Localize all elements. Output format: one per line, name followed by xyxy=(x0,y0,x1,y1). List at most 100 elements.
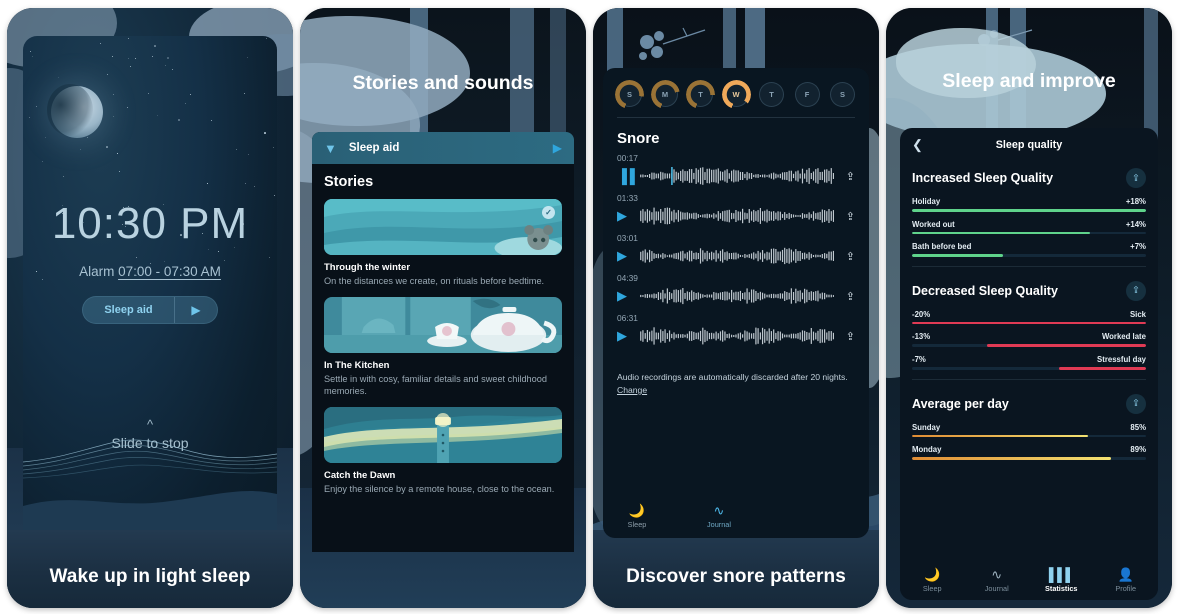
recording-item[interactable]: 06:31 ▶ ⇪ xyxy=(617,313,855,346)
list-item[interactable]: Catch the Dawn Enjoy the silence by a re… xyxy=(324,407,562,496)
progress-ring xyxy=(686,80,715,109)
bottom-nav[interactable]: 🌙 Sleep ∿ Journal xyxy=(603,494,869,538)
star xyxy=(152,56,153,57)
stat-row-labels: Holiday +18% xyxy=(912,197,1146,206)
star xyxy=(128,58,130,60)
panel-title: Sleep and improve xyxy=(942,70,1116,92)
nav-item-statistics[interactable]: ▌▌▌ Statistics xyxy=(1029,567,1094,593)
weekday-s[interactable]: S xyxy=(830,82,855,107)
weekday-f[interactable]: F xyxy=(794,82,820,107)
sleep-aid-control[interactable]: Sleep aid ▶ xyxy=(82,296,218,324)
play-icon[interactable]: ▶ xyxy=(553,141,562,155)
panel-caption: Discover snore patterns xyxy=(626,566,846,587)
star xyxy=(32,56,33,57)
stat-value: -7% xyxy=(912,354,926,364)
share-icon[interactable]: ⇪ xyxy=(843,290,855,303)
recording-time: 03:01 xyxy=(617,233,638,243)
waveform[interactable] xyxy=(639,167,835,185)
chevron-down-icon[interactable]: ▼ xyxy=(324,141,337,156)
stat-group: Increased Sleep Quality ⇪ Holiday +18% Worke… xyxy=(900,162,1158,257)
nav-label: Statistics xyxy=(1045,584,1078,593)
weekday-letter: T xyxy=(769,90,774,99)
share-icon[interactable]: ⇪ xyxy=(1126,280,1146,301)
stat-bar-fill xyxy=(912,434,1088,438)
list-item[interactable]: ✓ Through the winter On the distances we… xyxy=(324,199,562,288)
list-item[interactable]: In The Kitchen Settle in with cosy, fami… xyxy=(324,296,562,398)
pause-icon[interactable]: ▐▐ xyxy=(617,168,635,184)
stat-value: 85% xyxy=(1130,422,1146,432)
recording-item[interactable]: 00:17 ▐▐ ⇪ xyxy=(617,153,855,186)
weekday-t[interactable]: T xyxy=(686,80,715,109)
story-thumbnail[interactable] xyxy=(324,407,562,464)
star xyxy=(247,57,248,58)
weekday-m[interactable]: M xyxy=(650,80,680,109)
play-icon[interactable]: ▶ xyxy=(617,208,630,224)
star xyxy=(178,119,180,121)
recording-item[interactable]: 01:33 ▶ ⇪ xyxy=(617,193,855,226)
progress-ring xyxy=(721,80,751,109)
waveform[interactable] xyxy=(639,247,835,265)
bottom-nav[interactable]: 🌙 Sleep ∿ Journal ▌▌▌ Statistics 👤 Profi… xyxy=(900,560,1158,600)
recording-time: 04:39 xyxy=(617,273,638,283)
star xyxy=(42,161,44,163)
recording-item[interactable]: 04:39 ▶ ⇪ xyxy=(617,273,855,306)
weekday-s[interactable]: S xyxy=(615,80,644,109)
stat-row: Holiday +18% xyxy=(912,197,1146,212)
story-thumbnail[interactable]: ✓ xyxy=(324,199,562,255)
star xyxy=(63,176,65,178)
star xyxy=(211,120,212,121)
play-icon[interactable]: ▶ xyxy=(617,328,630,344)
section-title: Snore xyxy=(617,130,660,147)
share-icon[interactable]: ⇪ xyxy=(1126,168,1146,188)
star xyxy=(269,257,270,258)
stat-row-labels: Monday 89% xyxy=(912,445,1146,454)
star xyxy=(264,132,266,134)
story-description: Settle in with cosy, familiar details an… xyxy=(324,373,547,397)
waveform[interactable] xyxy=(639,207,835,225)
stat-label: Sunday xyxy=(912,422,941,432)
nav-item-profile[interactable]: 👤 Profile xyxy=(1094,567,1159,593)
play-icon[interactable]: ▶ xyxy=(617,288,630,304)
story-thumbnail[interactable] xyxy=(324,296,562,353)
story-title: Catch the Dawn xyxy=(324,470,396,482)
nav-label: Profile xyxy=(1115,584,1137,593)
sleep-aid-label[interactable]: Sleep aid xyxy=(83,304,174,316)
divider xyxy=(912,265,1146,267)
divider xyxy=(912,378,1146,380)
progress-ring xyxy=(650,80,680,109)
star xyxy=(274,195,276,197)
stat-group-header: Decreased Sleep Quality ⇪ xyxy=(912,280,1146,301)
play-icon[interactable]: ▶ xyxy=(175,303,217,317)
star xyxy=(135,58,137,60)
nav-item-journal[interactable]: ∿ Journal xyxy=(965,567,1030,593)
share-icon[interactable]: ⇪ xyxy=(843,250,855,263)
alarm-range[interactable]: 07:00 - 07:30 AM xyxy=(118,264,221,279)
share-icon[interactable]: ⇪ xyxy=(1126,393,1146,414)
stat-row: Sunday 85% xyxy=(912,423,1146,438)
waveform[interactable] xyxy=(639,327,835,345)
recording-row: ▐▐ ⇪ xyxy=(617,166,855,186)
weekday-t[interactable]: T xyxy=(759,82,784,107)
change-link[interactable]: Change xyxy=(617,385,647,395)
nav-item-sleep[interactable]: 🌙 Sleep xyxy=(609,503,665,529)
share-icon[interactable]: ⇪ xyxy=(843,330,855,343)
play-icon[interactable]: ▶ xyxy=(617,248,630,264)
star xyxy=(128,38,129,39)
stat-bar-fill xyxy=(912,209,1146,212)
star xyxy=(148,93,150,95)
share-icon[interactable]: ⇪ xyxy=(843,170,855,183)
stat-value: +18% xyxy=(1125,197,1146,206)
check-circle-icon: ✓ xyxy=(542,206,555,219)
sleep-aid-bar[interactable]: ▼ Sleep aid ▶ xyxy=(312,132,574,164)
nav-item-journal[interactable]: ∿ Journal xyxy=(691,503,747,529)
star xyxy=(273,147,274,148)
weekday-w[interactable]: W xyxy=(721,80,751,109)
star xyxy=(107,74,109,76)
waveform[interactable] xyxy=(639,287,835,305)
nav-item-sleep[interactable]: 🌙 Sleep xyxy=(900,567,965,593)
share-icon[interactable]: ⇪ xyxy=(843,210,855,223)
stat-bar-fill xyxy=(912,254,1004,257)
recording-item[interactable]: 03:01 ▶ ⇪ xyxy=(617,233,855,266)
weekday-selector[interactable]: SMTWTFS xyxy=(603,68,869,117)
alarm-prefix: Alarm xyxy=(79,264,119,279)
